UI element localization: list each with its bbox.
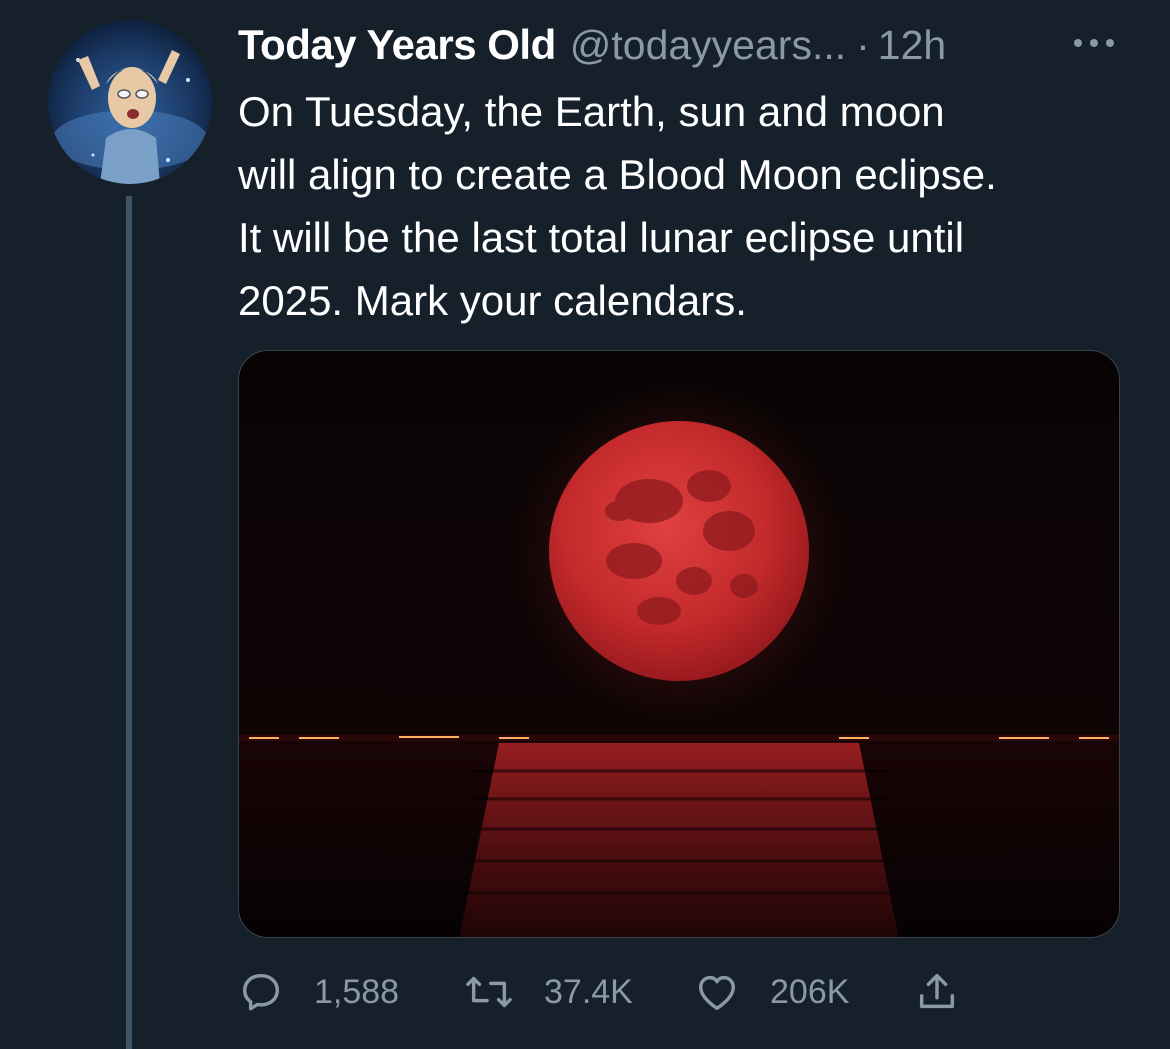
share-button[interactable]: [914, 962, 960, 1022]
tweet-image[interactable]: [238, 350, 1120, 938]
reply-icon: [238, 969, 284, 1015]
retweet-button[interactable]: 37.4K: [464, 962, 633, 1022]
tweet-header: Today Years Old @todayyears... · 12h: [238, 16, 1138, 74]
tweet-text: On Tuesday, the Earth, sun and moon will…: [238, 88, 997, 324]
avatar[interactable]: [48, 20, 212, 184]
thread-line: [126, 196, 132, 1049]
retweet-count: 37.4K: [544, 972, 633, 1011]
reply-button[interactable]: 1,588: [238, 962, 399, 1022]
like-count: 206K: [770, 972, 850, 1011]
action-bar: 1,588 37.4K 206K: [238, 962, 1138, 1022]
heart-icon: [694, 969, 740, 1015]
reply-count: 1,588: [314, 972, 400, 1011]
like-button[interactable]: 206K: [694, 962, 849, 1022]
share-icon: [914, 969, 960, 1015]
timestamp[interactable]: 12h: [878, 22, 946, 69]
more-horizontal-icon[interactable]: [1068, 28, 1120, 58]
separator-dot: ·: [856, 21, 870, 68]
handle[interactable]: @todayyears...: [570, 22, 846, 69]
tweet[interactable]: Today Years Old @todayyears... · 12h On …: [0, 0, 1170, 1049]
retweet-icon: [464, 969, 514, 1015]
display-name[interactable]: Today Years Old: [238, 21, 556, 69]
